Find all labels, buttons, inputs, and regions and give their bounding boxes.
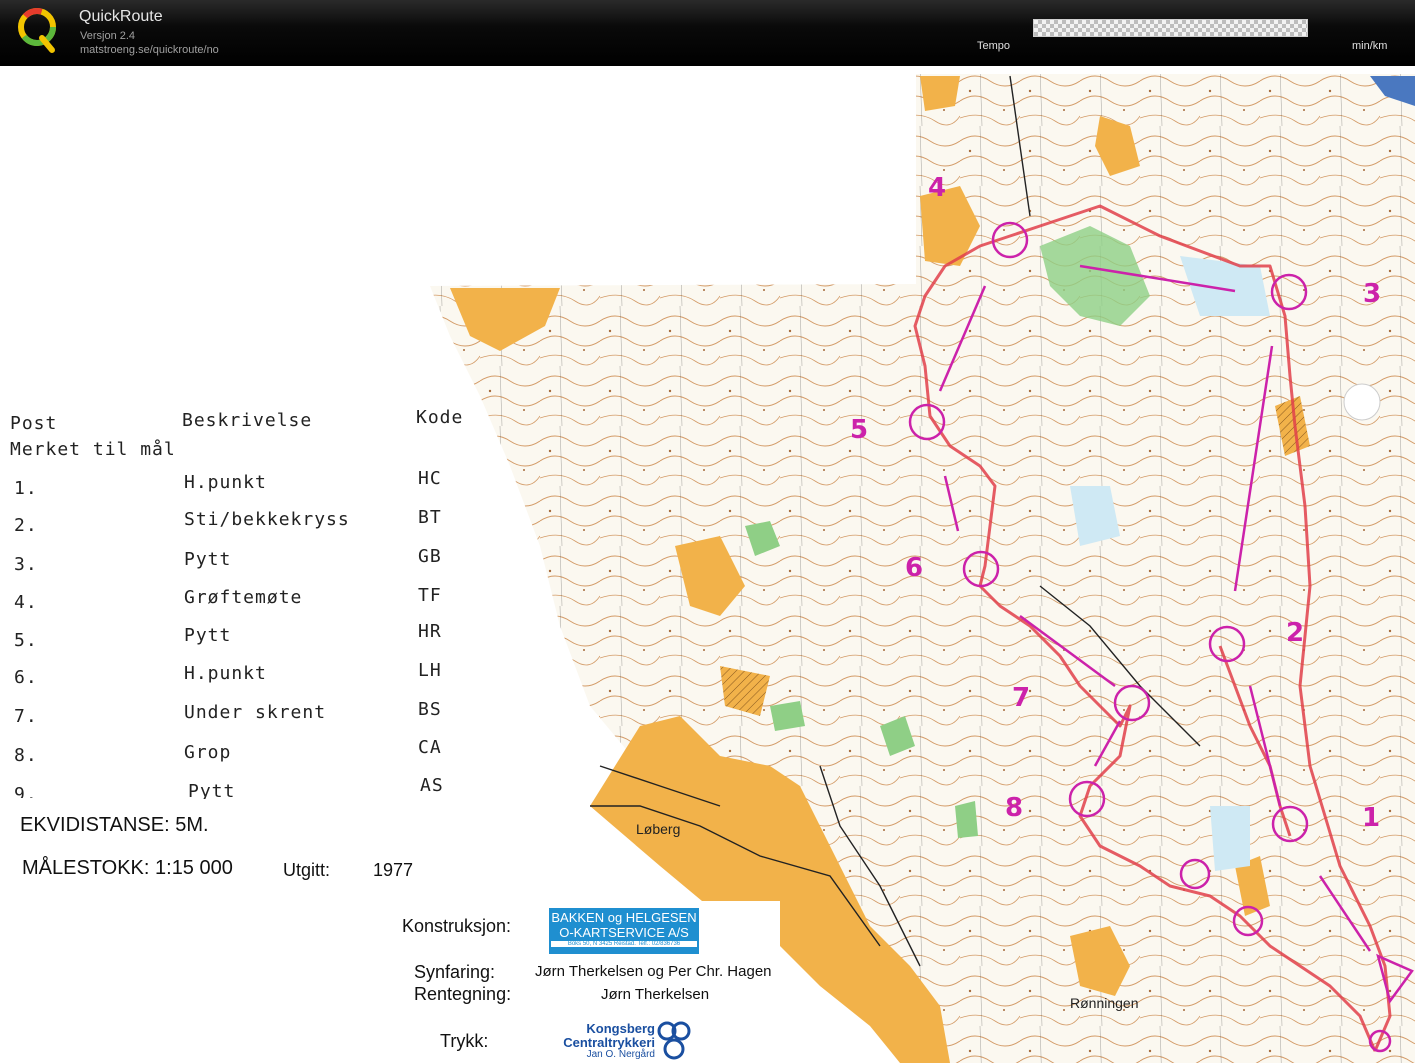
control-number: 6	[905, 553, 923, 583]
legend-col-desc: Beskrivelse	[182, 410, 313, 431]
kongsberg-logo: Kongsberg Centraltrykkeri Jan O. Nergård	[553, 1021, 693, 1063]
legend-row-code: HC	[418, 468, 442, 489]
scale-label: MÅLESTOKK: 1:15 000	[22, 857, 233, 879]
legend-row-desc: H.punkt	[184, 472, 267, 493]
print-label: Trykk:	[440, 1031, 489, 1051]
app-url: matstroeng.se/quickroute/no	[80, 44, 219, 56]
control-number: 8	[1005, 793, 1023, 823]
place-name-ronningen: Rønningen	[1070, 995, 1139, 1011]
drawing-value: Jørn Therkelsen	[601, 986, 710, 1003]
quickroute-logo-icon	[18, 8, 56, 53]
legend-row-desc: Pytt	[188, 781, 236, 799]
legend-row-desc: Sti/bekkekryss	[184, 509, 350, 530]
control-number: 2	[1286, 618, 1304, 648]
legend-col-code: Kode	[416, 407, 464, 428]
legend-row-code: CA	[418, 737, 442, 758]
app-version: Versjon 2.4	[80, 30, 136, 42]
tempo-label: Tempo	[977, 40, 1011, 52]
tempo-color-scale	[1033, 19, 1308, 37]
kongsberg-emblem-icon	[657, 1021, 691, 1060]
survey-value: Jørn Therkelsen og Per Chr. Hagen	[535, 963, 772, 980]
legend-row-desc: Grop	[184, 742, 232, 763]
legend-row-desc: Pytt	[184, 549, 232, 570]
legend-row-number: 5.	[14, 630, 38, 651]
map-view[interactable]: 1 2 3 4 5 6 7 8 Løberg Rønningen Post Be…	[0, 66, 1415, 1063]
published-label: Utgitt:	[283, 860, 331, 880]
survey-label: Synfaring:	[414, 962, 496, 982]
legend-row-number: 1.	[14, 478, 38, 499]
construction-label: Konstruksjon:	[402, 916, 512, 936]
legend-row-desc: Under skrent	[184, 702, 327, 723]
drawing-label: Rentegning:	[414, 984, 512, 1004]
control-number: 7	[1012, 683, 1030, 713]
legend-row-number: 4.	[14, 592, 38, 613]
legend-row-code: GB	[418, 546, 442, 567]
legend-row-code: LH	[418, 660, 442, 681]
control-number: 1	[1362, 803, 1380, 833]
app-title: QuickRoute	[79, 8, 163, 25]
pace-unit-label: min/km	[1352, 40, 1388, 52]
kongsberg-line3: Jan O. Nergård	[586, 1049, 655, 1060]
legend-row-number: 9.	[14, 784, 38, 798]
legend-row-code: HR	[418, 621, 442, 642]
legend-row-code: AS	[420, 775, 444, 796]
kongsberg-line2: Centraltrykkeri	[563, 1035, 655, 1050]
equidistance-label: EKVIDISTANSE: 5M.	[20, 814, 209, 836]
legend-row-number: 2.	[14, 515, 38, 536]
legend-row-code: BS	[418, 699, 442, 720]
legend-row-number: 7.	[14, 706, 38, 727]
place-name-loberg: Løberg	[636, 821, 680, 837]
app-header: QuickRoute Versjon 2.4 matstroeng.se/qui…	[0, 0, 1415, 66]
legend-row-number: 6.	[14, 667, 38, 688]
bakken-address: Boks 50, N 3425 Reistad. Telf.: 02/83673…	[551, 941, 697, 947]
legend-row-number: 8.	[14, 745, 38, 766]
legend-col-post: Post	[10, 413, 58, 434]
control-number: 5	[850, 415, 868, 445]
published-year: 1977	[373, 860, 414, 880]
legend-row-code: BT	[418, 507, 442, 528]
bakken-line2: O-KARTSERVICE A/S	[559, 925, 689, 940]
kongsberg-line1: Kongsberg	[586, 1021, 655, 1036]
legend-row-number: 3.	[14, 554, 38, 575]
legend-row-desc: Grøftemøte	[184, 587, 303, 608]
control-number: 3	[1363, 279, 1381, 309]
legend-row-desc: H.punkt	[184, 663, 267, 684]
legend-row-code: TF	[418, 585, 442, 606]
control-number: 4	[928, 173, 946, 203]
punch-hole	[1343, 383, 1381, 421]
bakken-helgesen-logo: BAKKEN og HELGESEN O-KARTSERVICE A/S Bok…	[549, 908, 699, 954]
legend-subheader: Merket til mål	[10, 439, 176, 460]
bakken-line1: BAKKEN og HELGESEN	[551, 910, 697, 925]
legend-row-desc: Pytt	[184, 625, 232, 646]
